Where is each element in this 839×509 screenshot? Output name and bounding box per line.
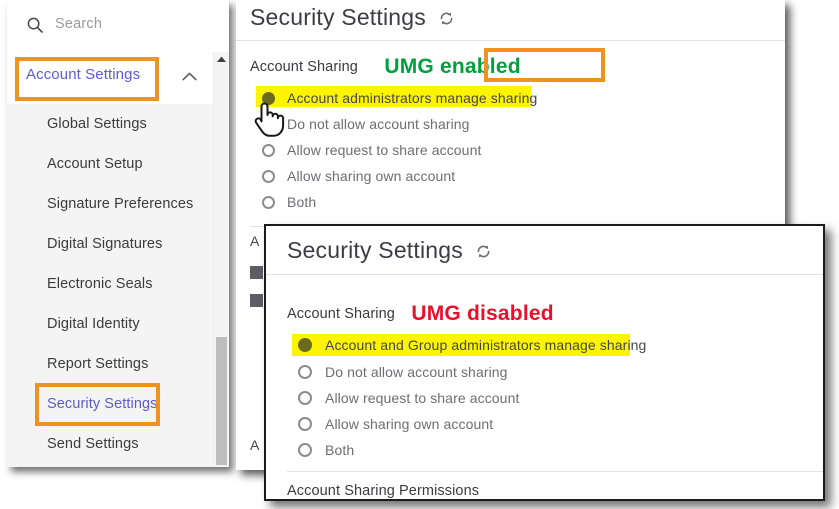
radio-option-allow-request[interactable]: Allow request to share account [298,385,768,411]
radio-option-both[interactable]: Both [262,189,662,215]
section-label-account-sharing-permissions: Account Sharing Permissions [287,483,480,499]
refresh-icon[interactable] [438,10,455,27]
sidebar-item-label: Send Settings [47,436,139,452]
settings-panel-umg-disabled: Security Settings Account Sharing UMG di… [264,224,825,501]
annotation-box-security-settings [35,383,160,426]
radio-indicator[interactable] [298,417,312,431]
scrollbar-thumb[interactable] [216,337,227,465]
occluded-checkbox-icon[interactable] [250,266,263,279]
radio-option-do-not-allow[interactable]: Do not allow account sharing [262,111,662,137]
radio-label: Both [325,442,355,458]
sidebar-item-electronic-seals[interactable]: Electronic Seals [7,264,229,304]
sidebar-item-global-settings[interactable]: Global Settings [7,104,229,144]
radio-indicator[interactable] [262,169,275,183]
chevron-up-icon[interactable] [182,72,197,81]
annotation-box-account-settings [15,57,159,101]
radio-option-account-and-group-admins-manage[interactable]: Account and Group administrators manage … [292,331,768,359]
radio-label: Allow request to share account [325,390,520,406]
occluded-permissions-label: A [250,233,260,249]
sidebar-item-report-settings[interactable]: Report Settings [7,344,229,384]
scroll-up-arrow-icon[interactable] [214,52,229,67]
section-label-account-sharing: Account Sharing [250,59,358,75]
navigation-sidebar: Search Account Settings Global Settings … [7,0,229,467]
back-panel-header: Security Settings [250,4,455,31]
occluded-checkbox-icon[interactable] [250,294,263,307]
radio-option-both[interactable]: Both [298,437,768,463]
front-panel-header: Security Settings [287,237,492,264]
front-panel-section-header: Account Sharing UMG disabled [287,300,554,325]
sidebar-item-label: Global Settings [47,116,147,132]
sidebar-item-digital-identity[interactable]: Digital Identity [7,304,229,344]
radio-label: Allow sharing own account [325,416,494,432]
radio-option-do-not-allow[interactable]: Do not allow account sharing [298,359,768,385]
radio-indicator[interactable] [262,117,275,131]
header-divider [236,40,785,41]
sidebar-item-signature-preferences[interactable]: Signature Preferences [7,184,229,224]
radio-option-allow-request[interactable]: Allow request to share account [262,137,662,163]
account-sharing-radio-group: Account administrators manage sharing Do… [256,85,662,215]
sidebar-item-label: Report Settings [47,356,149,372]
radio-option-allow-sharing-own[interactable]: Allow sharing own account [262,163,662,189]
header-divider [266,274,823,275]
account-sharing-radio-group: Account and Group administrators manage … [292,331,768,463]
back-panel-section-header: Account Sharing UMG enabled [250,53,521,78]
sidebar-item-send-settings[interactable]: Send Settings [7,424,229,464]
page-title: Security Settings [287,237,463,263]
sidebar-item-digital-signatures[interactable]: Digital Signatures [7,224,229,264]
section-divider [287,471,823,472]
sidebar-item-label: Digital Signatures [47,236,163,252]
sidebar-item-label: Digital Identity [47,316,140,332]
page-title: Security Settings [250,4,426,30]
radio-indicator[interactable] [262,195,275,209]
annotation-umg-disabled: UMG disabled [411,302,554,325]
section-label-account-sharing: Account Sharing [287,306,395,322]
search-icon [27,17,43,33]
radio-indicator[interactable] [262,143,275,157]
radio-label: Account and Group administrators manage … [325,337,647,353]
search-placeholder: Search [55,16,103,32]
radio-indicator[interactable] [298,391,312,405]
radio-label: Account administrators manage sharing [287,90,538,106]
occluded-section-label: A [250,437,260,453]
radio-option-allow-sharing-own[interactable]: Allow sharing own account [298,411,768,437]
search-field[interactable]: Search [7,0,229,53]
radio-label: Do not allow account sharing [325,364,508,380]
screenshot-root: Search Account Settings Global Settings … [0,0,839,509]
sidebar-item-label: Electronic Seals [47,276,153,292]
sidebar-item-account-setup[interactable]: Account Setup [7,144,229,184]
radio-indicator[interactable] [298,365,312,379]
refresh-icon[interactable] [475,243,492,260]
sidebar-scrollbar[interactable] [213,52,229,467]
radio-label: Both [287,194,317,210]
radio-label: Allow sharing own account [287,168,456,184]
radio-option-account-admins-manage[interactable]: Account administrators manage sharing [256,85,662,111]
sidebar-item-label: Account Setup [47,156,143,172]
radio-indicator[interactable] [298,338,312,352]
radio-label: Allow request to share account [287,142,482,158]
radio-label: Do not allow account sharing [287,116,470,132]
radio-indicator[interactable] [262,91,275,105]
annotation-box-account-sharing [484,48,605,82]
sidebar-item-label: Signature Preferences [47,196,194,212]
radio-indicator[interactable] [298,443,312,457]
